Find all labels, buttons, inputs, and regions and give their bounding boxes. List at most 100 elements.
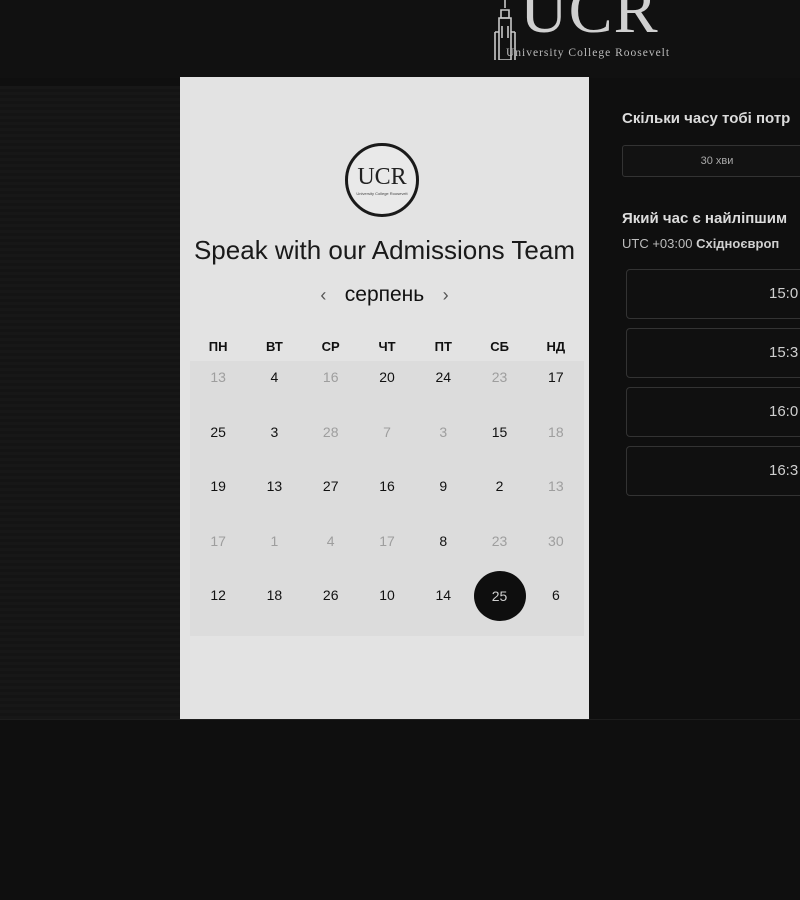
calendar-day-label: 9	[439, 478, 448, 494]
weekday-label: ВТ	[266, 339, 283, 354]
calendar-day[interactable]: 15	[471, 418, 527, 473]
calendar-day[interactable]: 10	[359, 581, 415, 636]
calendar-day[interactable]: 26	[303, 581, 359, 636]
timezone-name[interactable]: Східноєвроп	[696, 236, 779, 251]
calendar-day[interactable]: 9	[415, 472, 471, 527]
calendar-day-label: 17	[379, 532, 395, 549]
weekday-label: СБ	[490, 339, 509, 354]
scheduler-card: UCR University College Roosevelt Speak w…	[180, 77, 589, 720]
calendar-day[interactable]: 17	[528, 363, 584, 418]
calendar-day[interactable]: 20	[359, 363, 415, 418]
calendar-day-label: 10	[379, 587, 395, 603]
month-navigation: ‹ серпень ›	[180, 283, 589, 307]
time-slot-button[interactable]: 15:3	[626, 328, 800, 378]
calendar-day-label: 25	[210, 423, 226, 440]
calendar-day[interactable]: 19	[190, 472, 246, 527]
calendar-day: 1	[246, 527, 302, 582]
calendar-day-label: 3	[439, 423, 448, 440]
calendar-day-label: 1	[270, 532, 279, 549]
calendar: ПН ВТ СР ЧТ ПТ СБ НД 13 4 16 20 24 23 17 25 3 28 7…	[190, 339, 584, 636]
calendar-day-label: 18	[548, 423, 564, 440]
calendar-day-label: 28	[322, 423, 339, 440]
footer-divider	[0, 719, 800, 720]
calendar-day[interactable]: 3	[246, 418, 302, 473]
calendar-day-label: 16	[379, 478, 395, 494]
month-label: серпень	[344, 283, 425, 306]
calendar-day-label: 25	[473, 571, 526, 621]
calendar-day[interactable]: 4	[246, 363, 302, 418]
next-month-icon[interactable]: ›	[443, 285, 449, 306]
weekday-header: ПН ВТ СР ЧТ ПТ СБ НД	[190, 339, 584, 361]
weekday-label: СР	[321, 339, 340, 354]
calendar-day-label: 23	[491, 532, 508, 549]
calendar-day-selected[interactable]: 25	[471, 571, 527, 636]
calendar-day[interactable]: 14	[415, 581, 471, 636]
calendar-day-label: 23	[491, 369, 508, 385]
calendar-day-label: 7	[383, 423, 391, 440]
calendar-day: 13	[190, 363, 246, 418]
weekday-label: ПТ	[434, 339, 452, 354]
weekday-label: НД	[546, 339, 566, 354]
calendar-day[interactable]: 25	[190, 418, 246, 473]
calendar-day-label: 17	[210, 532, 226, 549]
calendar-day[interactable]: 27	[303, 472, 359, 527]
calendar-day-label: 17	[548, 369, 564, 385]
calendar-day: 18	[528, 418, 584, 473]
calendar-day-label: 12	[210, 587, 226, 603]
calendar-day[interactable]: 12	[190, 581, 246, 636]
time-slot-button[interactable]: 15:0	[626, 269, 800, 319]
calendar-day[interactable]: 8	[415, 527, 471, 582]
calendar-day[interactable]: 2	[471, 472, 527, 527]
prev-month-icon[interactable]: ‹	[320, 285, 326, 306]
calendar-day: 17	[190, 527, 246, 582]
calendar-day-label: 26	[322, 587, 339, 603]
time-slot-button[interactable]: 16:3	[626, 446, 800, 496]
weekday-label: ЧТ	[378, 339, 396, 354]
booking-panel: Скільки часу тобі потр 30 хви Який час є…	[622, 0, 800, 720]
time-slots: 15:0 15:3 16:0 16:3	[626, 269, 800, 505]
time-slot-button[interactable]: 16:0	[626, 387, 800, 437]
calendar-day-label: 3	[270, 423, 279, 440]
calendar-day[interactable]: 6	[528, 581, 584, 636]
left-background	[0, 86, 180, 720]
calendar-day[interactable]: 16	[359, 472, 415, 527]
calendar-day-label: 18	[266, 587, 283, 603]
calendar-day-label: 15	[491, 423, 508, 440]
calendar-day[interactable]: 18	[246, 581, 302, 636]
calendar-day-label: 6	[551, 587, 560, 603]
calendar-day-label: 20	[379, 369, 395, 385]
duration-question: Скільки часу тобі потр	[622, 110, 791, 127]
calendar-day-label: 24	[435, 369, 452, 385]
timezone-label: UTC +03:00 Східноєвроп	[622, 236, 779, 251]
calendar-day-label: 4	[326, 532, 335, 549]
calendar-day[interactable]: 13	[246, 472, 302, 527]
weekday-label: ПН	[208, 339, 228, 354]
time-question: Який час є найліпшим	[622, 210, 788, 227]
calendar-day-label: 19	[210, 478, 226, 494]
duration-select[interactable]: 30 хви	[622, 145, 800, 177]
card-logo: UCR University College Roosevelt	[345, 143, 419, 217]
card-title: Speak with our Admissions Team	[193, 235, 576, 265]
calendar-day: 13	[528, 472, 584, 527]
calendar-day-label: 13	[266, 478, 283, 494]
calendar-day: 4	[303, 527, 359, 582]
calendar-day-label: 27	[322, 478, 339, 494]
calendar-day: 16	[303, 363, 359, 418]
calendar-day-label: 30	[548, 532, 564, 549]
calendar-day-label: 4	[270, 369, 279, 385]
card-logo-text: UCR	[357, 164, 407, 190]
card-logo-subtitle: University College Roosevelt	[356, 191, 408, 196]
calendar-day-label: 13	[210, 369, 226, 385]
calendar-day: 3	[415, 418, 471, 473]
calendar-day: 7	[359, 418, 415, 473]
calendar-day: 30	[528, 527, 584, 582]
calendar-day-label: 8	[439, 532, 448, 549]
calendar-day[interactable]: 24	[415, 363, 471, 418]
calendar-day-label: 13	[548, 478, 564, 494]
calendar-day: 17	[359, 527, 415, 582]
calendar-day-label: 16	[322, 369, 339, 385]
calendar-day: 28	[303, 418, 359, 473]
calendar-grid: 13 4 16 20 24 23 17 25 3 28 7 3 15 18 19 13 27 16 9 2 13 17 1 4…	[190, 361, 584, 636]
timezone-offset: UTC +03:00	[622, 236, 693, 251]
calendar-day-label: 2	[495, 478, 504, 494]
